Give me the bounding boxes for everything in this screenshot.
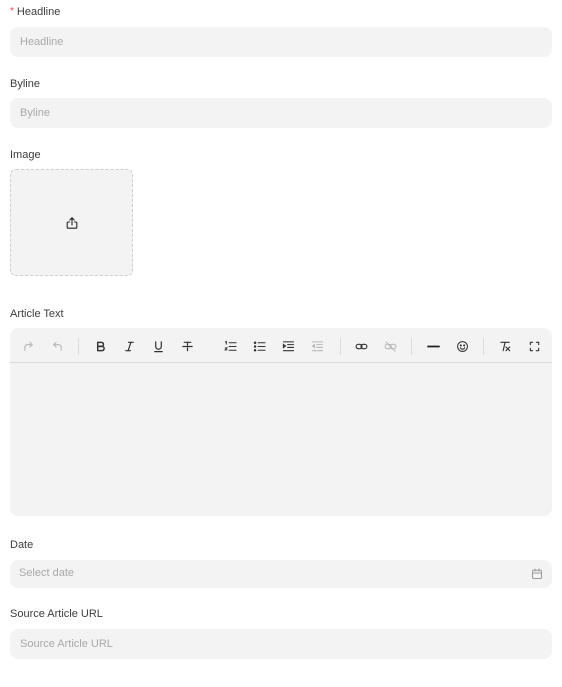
strikethrough-icon xyxy=(181,341,193,351)
toolbar-separator xyxy=(483,338,484,355)
horizontal-rule-icon xyxy=(426,345,440,347)
unlink-button[interactable] xyxy=(381,337,399,355)
emoji-icon xyxy=(456,340,468,352)
byline-label: Byline xyxy=(10,78,40,90)
underline-icon xyxy=(153,340,163,352)
link-button[interactable] xyxy=(352,337,370,355)
date-label: Date xyxy=(10,539,34,551)
indent-icon xyxy=(282,340,294,351)
undo-icon xyxy=(52,341,62,351)
link-icon xyxy=(355,343,367,349)
fullscreen-button[interactable] xyxy=(525,337,543,355)
strikethrough-button[interactable] xyxy=(178,337,196,355)
bullet-list-icon xyxy=(253,341,266,351)
bold-icon xyxy=(96,341,105,351)
underline-button[interactable] xyxy=(149,337,167,355)
source-url-input[interactable] xyxy=(10,629,552,659)
emoji-button[interactable] xyxy=(453,337,471,355)
article-text-label: Article Text xyxy=(10,308,64,320)
required-mark: * xyxy=(10,6,14,17)
undo-button[interactable] xyxy=(48,337,66,355)
unlink-icon xyxy=(384,340,396,352)
bullet-list-button[interactable] xyxy=(250,337,268,355)
source-url-label: Source Article URL xyxy=(10,608,103,620)
rich-text-editor xyxy=(10,328,552,516)
outdent-button[interactable] xyxy=(308,337,326,355)
clear-format-icon xyxy=(499,341,510,351)
image-label: Image xyxy=(10,149,41,161)
ordered-list-icon xyxy=(223,340,237,351)
article-form: *Headline Byline Image Article Text xyxy=(0,0,562,687)
indent-button[interactable] xyxy=(279,337,297,355)
headline-label: * Headline xyxy=(10,5,60,20)
toolbar-separator xyxy=(78,338,79,355)
headline-input[interactable] xyxy=(10,27,552,57)
toolbar-separator xyxy=(340,338,341,355)
editor-content-area[interactable] xyxy=(10,364,552,516)
headline-label-text: Headline xyxy=(16,6,61,18)
calendar-icon xyxy=(532,568,542,580)
image-upload-dropzone[interactable] xyxy=(10,169,133,276)
clear-format-button[interactable] xyxy=(496,337,514,355)
horizontal-rule-button[interactable] xyxy=(424,337,442,355)
bold-button[interactable] xyxy=(91,337,109,355)
ordered-list-button[interactable] xyxy=(221,337,239,355)
redo-icon xyxy=(23,341,33,351)
italic-icon xyxy=(124,341,134,351)
upload-icon xyxy=(66,216,77,229)
date-placeholder: Select date xyxy=(19,567,75,579)
toolbar-separator xyxy=(411,338,412,355)
outdent-icon xyxy=(311,340,323,351)
date-picker[interactable]: Select date xyxy=(10,560,552,588)
redo-button[interactable] xyxy=(19,337,37,355)
byline-input[interactable] xyxy=(10,98,552,128)
italic-button[interactable] xyxy=(120,337,138,355)
fullscreen-icon xyxy=(529,341,539,351)
editor-toolbar xyxy=(10,328,552,363)
